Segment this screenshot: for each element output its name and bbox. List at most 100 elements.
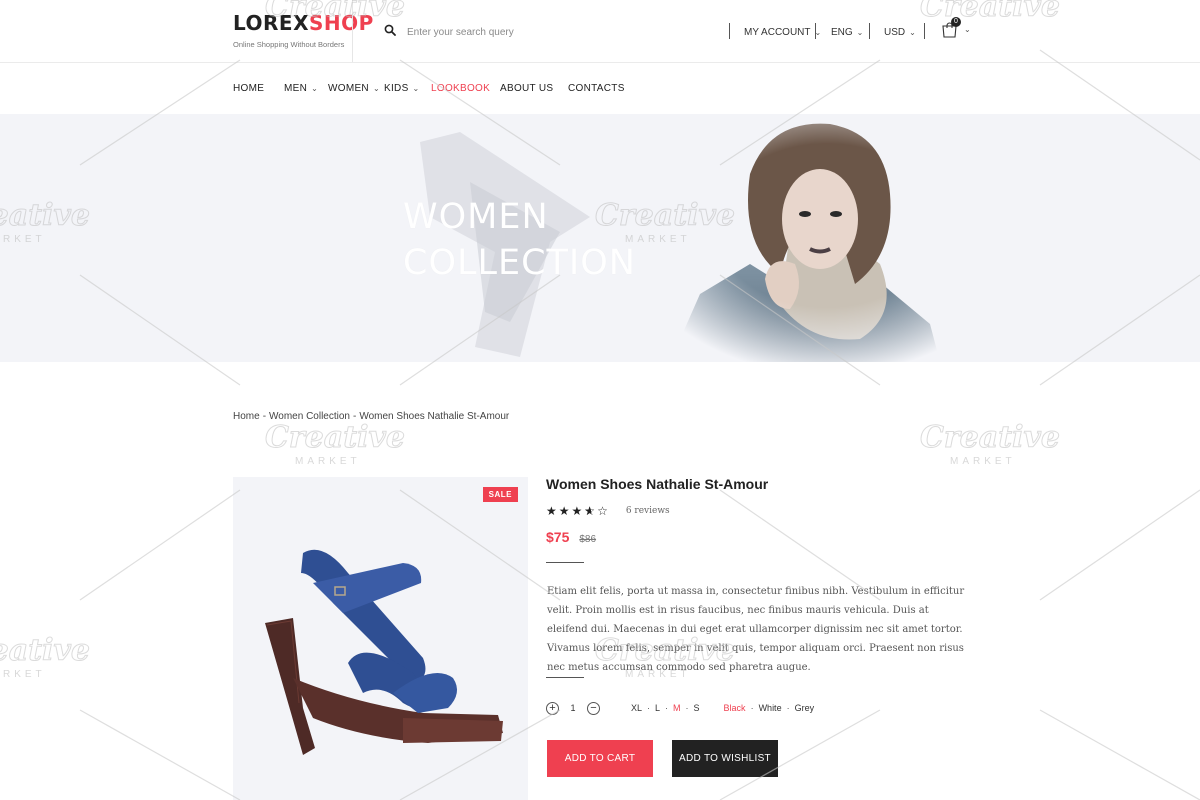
- breadcrumb-women-collection[interactable]: Women Collection: [269, 411, 350, 422]
- nav-item-label: MEN: [284, 83, 308, 94]
- color-option-white[interactable]: White: [759, 703, 782, 713]
- search-icon[interactable]: [384, 23, 396, 41]
- separator-dot: ·: [786, 703, 790, 713]
- product-description: Etiam elit felis, porta ut massa in, con…: [547, 586, 965, 673]
- separator-dot: ·: [685, 703, 689, 713]
- plus-icon: +: [549, 702, 556, 714]
- star-full-icon: ★: [558, 504, 572, 518]
- separator-dot: ·: [665, 703, 669, 713]
- star-full-icon: ★: [571, 504, 585, 518]
- nav-item-contacts[interactable]: CONTACTS: [568, 83, 625, 94]
- chevron-down-icon: ⌄: [964, 25, 971, 34]
- chevron-down-icon: ⌄: [311, 84, 319, 93]
- nav-item-home[interactable]: HOME: [233, 83, 264, 94]
- old-price: $86: [579, 534, 597, 545]
- site-header: LOREXSHOP Online Shopping Without Border…: [0, 0, 1200, 63]
- nav-item-label: HOME: [233, 83, 265, 94]
- size-option-l[interactable]: L: [655, 703, 660, 713]
- watermark-sub: MARKET: [295, 456, 361, 467]
- chevron-down-icon: ⌄: [412, 84, 420, 93]
- watermark-text: Creative: [920, 420, 1060, 455]
- current-price: $75: [546, 529, 570, 545]
- nav-item-label: LOOKBOOK: [431, 83, 491, 94]
- header-divider: [924, 23, 925, 39]
- header-divider: [869, 23, 870, 39]
- logo-part-2: SHOP: [309, 11, 374, 35]
- watermark-line: [79, 709, 241, 800]
- breadcrumb-home[interactable]: Home: [233, 411, 260, 422]
- language-select[interactable]: ENG ⌄: [831, 24, 863, 40]
- nav-item-women[interactable]: WOMEN ⌄: [328, 83, 380, 94]
- nav-item-about-us[interactable]: ABOUT US: [500, 83, 553, 94]
- chevron-down-icon: ⌄: [909, 27, 916, 37]
- product-shoe-image: [265, 549, 503, 755]
- language-label: ENG: [831, 26, 853, 38]
- watermark-line: [79, 489, 241, 601]
- cart-count-badge: 0: [951, 17, 961, 27]
- watermark-text: Creative: [265, 420, 405, 455]
- nav-item-kids[interactable]: KIDS ⌄: [384, 83, 420, 94]
- watermark-text: Creative: [0, 633, 90, 668]
- watermark-sub: MARKET: [0, 669, 46, 680]
- nav-item-label: ABOUT US: [500, 83, 554, 94]
- hero-banner: WOMEN COLLECTION: [0, 114, 1200, 362]
- add-to-wishlist-button[interactable]: ADD TO WISHLIST: [672, 740, 778, 777]
- logo[interactable]: LOREXSHOP Online Shopping Without Border…: [233, 11, 373, 62]
- add-to-cart-button[interactable]: ADD TO CART: [547, 740, 653, 777]
- quantity-increase-button[interactable]: +: [546, 701, 559, 715]
- product-rating: ★★★☆★☆ 6 reviews: [546, 504, 670, 518]
- breadcrumb-separator: -: [353, 411, 357, 422]
- search-input[interactable]: [407, 26, 637, 38]
- cart-button[interactable]: 0 ⌄: [941, 17, 971, 44]
- size-option-s[interactable]: S: [694, 703, 700, 713]
- chevron-down-icon: ⌄: [372, 84, 380, 93]
- reviews-link[interactable]: 6 reviews: [626, 506, 670, 516]
- size-option-m[interactable]: M: [673, 703, 681, 713]
- minus-icon: −: [590, 702, 597, 714]
- quantity-decrease-button[interactable]: −: [587, 701, 600, 715]
- divider: [546, 677, 584, 678]
- star-empty-icon: ☆: [597, 504, 610, 518]
- sale-badge: SALE: [482, 487, 518, 502]
- color-option-grey[interactable]: Grey: [795, 703, 815, 713]
- separator-dot: ·: [750, 703, 754, 713]
- nav-item-label: KIDS: [384, 83, 409, 94]
- account-menu[interactable]: MY ACCOUNT ⌄: [744, 24, 821, 40]
- divider: [546, 562, 584, 563]
- cart-icon: [941, 22, 958, 43]
- logo-wordmark: LOREXSHOP: [233, 11, 373, 35]
- header-divider: [352, 0, 353, 62]
- watermark-line: [1039, 489, 1200, 601]
- product-image[interactable]: SALE: [233, 477, 528, 800]
- logo-tagline: Online Shopping Without Borders: [233, 40, 345, 49]
- nav-item-label: WOMEN: [328, 83, 369, 94]
- currency-label: USD: [884, 26, 906, 38]
- currency-select[interactable]: USD ⌄: [884, 24, 916, 40]
- color-option-black[interactable]: Black: [724, 703, 746, 713]
- banner-title: WOMEN COLLECTION: [403, 194, 636, 286]
- breadcrumb: Home - Women Collection - Women Shoes Nathal…: [233, 411, 509, 422]
- nav-item-label: CONTACTS: [568, 83, 625, 94]
- account-label: MY ACCOUNT: [744, 26, 811, 38]
- breadcrumb-current: Women Shoes Nathalie St-Amour: [359, 411, 510, 422]
- search-bar: [384, 24, 637, 40]
- rating-stars: ★★★☆★☆: [546, 504, 610, 518]
- banner-title-line-2: COLLECTION: [403, 243, 636, 283]
- product-options: + 1 − XL · L · M · S Black · White · Grey: [546, 700, 814, 716]
- banner-model-photo: [640, 114, 980, 362]
- nav-item-lookbook[interactable]: LOOKBOOK: [431, 83, 490, 94]
- watermark-line: [1039, 709, 1200, 800]
- main-navigation: HOME MEN ⌄ WOMEN ⌄ KIDS ⌄ LOOKBOOK ABOUT US…: [0, 64, 1200, 114]
- breadcrumb-separator: -: [262, 411, 267, 422]
- size-option-xl[interactable]: XL: [631, 703, 642, 713]
- product-title: Women Shoes Nathalie St-Amour: [546, 476, 769, 492]
- quantity-value[interactable]: 1: [559, 703, 587, 713]
- chevron-down-icon: ⌄: [856, 27, 864, 37]
- nav-item-men[interactable]: MEN ⌄: [284, 83, 318, 94]
- star-half-icon: ☆★: [584, 504, 598, 518]
- header-divider: [815, 23, 816, 39]
- separator-dot: ·: [647, 703, 651, 713]
- logo-part-1: LOREX: [233, 11, 310, 35]
- watermark-sub: MARKET: [950, 456, 1016, 467]
- banner-title-line-1: WOMEN: [403, 197, 549, 237]
